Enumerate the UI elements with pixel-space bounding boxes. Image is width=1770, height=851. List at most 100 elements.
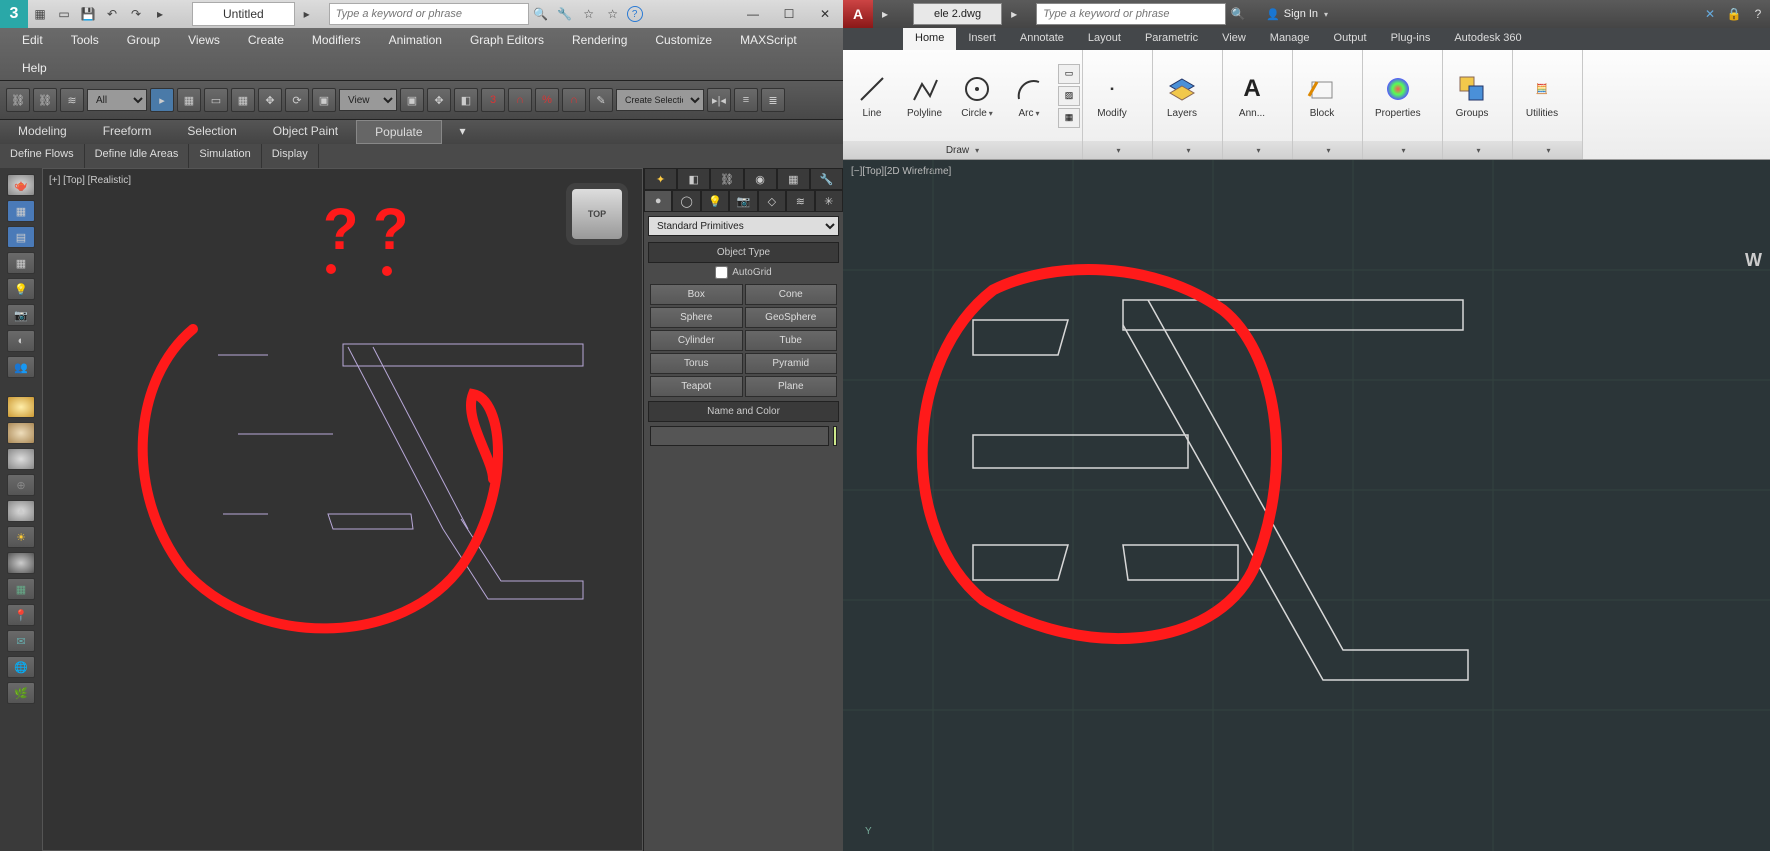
- max-logo-icon[interactable]: 3: [0, 0, 28, 28]
- menu-group[interactable]: Group: [113, 29, 174, 51]
- signin-button[interactable]: 👤Sign In▾: [1258, 6, 1336, 23]
- lock-icon[interactable]: 🔒: [1724, 4, 1744, 24]
- object-type-rollout[interactable]: Object Type: [648, 242, 839, 263]
- mode-selection[interactable]: Selection: [169, 120, 254, 144]
- cone-button[interactable]: Cone: [745, 284, 838, 305]
- acad-tab-arrow-icon[interactable]: ▸: [1004, 4, 1024, 24]
- tab-layout[interactable]: Layout: [1076, 28, 1133, 50]
- open-icon[interactable]: ▭: [54, 4, 74, 24]
- acad-search-input[interactable]: [1036, 3, 1226, 25]
- scale-icon[interactable]: ▣: [312, 88, 336, 112]
- sun-icon[interactable]: ☀: [7, 526, 35, 548]
- block-button[interactable]: Block: [1299, 70, 1345, 121]
- people-icon[interactable]: 👥: [7, 356, 35, 378]
- teapot-icon[interactable]: 🫖: [7, 174, 35, 196]
- spinner-snap-icon[interactable]: ∩: [562, 88, 586, 112]
- unlink-icon[interactable]: ⛓: [33, 88, 57, 112]
- rect-icon[interactable]: ▭: [1058, 64, 1080, 84]
- modify-panel-expand[interactable]: ▾: [1083, 141, 1152, 159]
- groups-panel-expand[interactable]: ▾: [1443, 141, 1512, 159]
- layers-panel-expand[interactable]: ▾: [1153, 141, 1222, 159]
- render-setup-icon[interactable]: ▦: [7, 200, 35, 222]
- star-icon[interactable]: ☆: [579, 4, 599, 24]
- select-region-icon[interactable]: ▭: [204, 88, 228, 112]
- cone-icon[interactable]: ▲: [7, 500, 35, 522]
- utilities-tab-icon[interactable]: 🔧: [810, 168, 843, 190]
- block-panel-expand[interactable]: ▾: [1293, 141, 1362, 159]
- undo-icon[interactable]: ↶: [102, 4, 122, 24]
- search-input[interactable]: [329, 3, 529, 25]
- mode-dropdown-icon[interactable]: ▾: [442, 120, 484, 144]
- sphere-gray-icon[interactable]: [7, 448, 35, 470]
- modify-button[interactable]: ▪Modify: [1089, 70, 1135, 121]
- teapot-button[interactable]: Teapot: [650, 376, 743, 397]
- box-button[interactable]: Box: [650, 284, 743, 305]
- percent-snap-icon[interactable]: %: [535, 88, 559, 112]
- save-icon[interactable]: 💾: [78, 4, 98, 24]
- mode-populate[interactable]: Populate: [356, 120, 441, 144]
- sphere-button[interactable]: Sphere: [650, 307, 743, 328]
- circle-button[interactable]: Circle▾: [954, 70, 1000, 121]
- grass-icon[interactable]: 🌿: [7, 682, 35, 704]
- document-tab[interactable]: Untitled: [192, 2, 295, 26]
- angle-snap-icon[interactable]: ∩: [508, 88, 532, 112]
- ref-coord[interactable]: View: [339, 89, 397, 111]
- sphere-tan-icon[interactable]: [7, 422, 35, 444]
- modify-tab-icon[interactable]: ◧: [677, 168, 710, 190]
- manip-icon[interactable]: ✥: [427, 88, 451, 112]
- tab-manage[interactable]: Manage: [1258, 28, 1322, 50]
- exchange-icon[interactable]: ✕: [1700, 4, 1720, 24]
- sub-defineflows[interactable]: Define Flows: [0, 144, 85, 168]
- tab-home[interactable]: Home: [903, 28, 956, 50]
- env-icon[interactable]: ▦: [7, 252, 35, 274]
- menu-animation[interactable]: Animation: [375, 29, 456, 51]
- acad-document-tab[interactable]: ele 2.dwg: [913, 3, 1002, 25]
- autogrid-checkbox[interactable]: [715, 266, 728, 279]
- region-icon[interactable]: ▦: [1058, 108, 1080, 128]
- acad-binoculars-icon[interactable]: 🔍: [1228, 4, 1248, 24]
- arc-button[interactable]: Arc▾: [1006, 70, 1052, 121]
- tab-annotate[interactable]: Annotate: [1008, 28, 1076, 50]
- create-tab-icon[interactable]: ✦: [644, 168, 677, 190]
- grid-icon[interactable]: ▦: [7, 578, 35, 600]
- menu-tools[interactable]: Tools: [57, 29, 113, 51]
- sphere-wire-icon[interactable]: ⊕: [7, 474, 35, 496]
- mirror-icon[interactable]: ▸|◂: [707, 88, 731, 112]
- tab-parametric[interactable]: Parametric: [1133, 28, 1210, 50]
- qat-more-icon[interactable]: ▸: [150, 4, 170, 24]
- ann-button[interactable]: AAnn...: [1229, 70, 1275, 121]
- geometry-cat-icon[interactable]: ●: [644, 190, 672, 212]
- pyramid-button[interactable]: Pyramid: [745, 353, 838, 374]
- sphere-dark-icon[interactable]: [7, 552, 35, 574]
- snap-icon[interactable]: ◧: [454, 88, 478, 112]
- bind-icon[interactable]: ≋: [60, 88, 84, 112]
- hierarchy-tab-icon[interactable]: ⛓: [710, 168, 743, 190]
- new-icon[interactable]: ▦: [30, 4, 50, 24]
- menu-rendering[interactable]: Rendering: [558, 29, 641, 51]
- tube-button[interactable]: Tube: [745, 330, 838, 351]
- color-swatch[interactable]: [833, 426, 837, 446]
- selection-filter[interactable]: All: [87, 89, 147, 111]
- menu-edit[interactable]: Edit: [8, 29, 57, 51]
- tab-output[interactable]: Output: [1322, 28, 1379, 50]
- wrench-icon[interactable]: 🔧: [555, 4, 575, 24]
- torus-button[interactable]: Torus: [650, 353, 743, 374]
- mail-icon[interactable]: ✉: [7, 630, 35, 652]
- hatch-icon[interactable]: ▨: [1058, 86, 1080, 106]
- named-sel-set[interactable]: Create Selection S: [616, 89, 704, 111]
- polyline-button[interactable]: Polyline: [901, 70, 948, 121]
- acad-viewport[interactable]: [−][Top][2D Wireframe] W: [843, 160, 1770, 851]
- menu-grapheditors[interactable]: Graph Editors: [456, 29, 558, 51]
- utilities-panel-expand[interactable]: ▾: [1513, 141, 1582, 159]
- object-name-input[interactable]: [650, 426, 829, 446]
- close-button[interactable]: ✕: [807, 0, 843, 28]
- redo-icon[interactable]: ↷: [126, 4, 146, 24]
- space-cat-icon[interactable]: ≋: [786, 190, 814, 212]
- helpers-cat-icon[interactable]: ◇: [758, 190, 786, 212]
- maximize-button[interactable]: ☐: [771, 0, 807, 28]
- ann-panel-expand[interactable]: ▾: [1223, 141, 1292, 159]
- primitives-dropdown[interactable]: Standard Primitives: [648, 216, 839, 236]
- tab-plugins[interactable]: Plug-ins: [1379, 28, 1443, 50]
- lights-cat-icon[interactable]: 💡: [701, 190, 729, 212]
- rotate-icon[interactable]: ⟳: [285, 88, 309, 112]
